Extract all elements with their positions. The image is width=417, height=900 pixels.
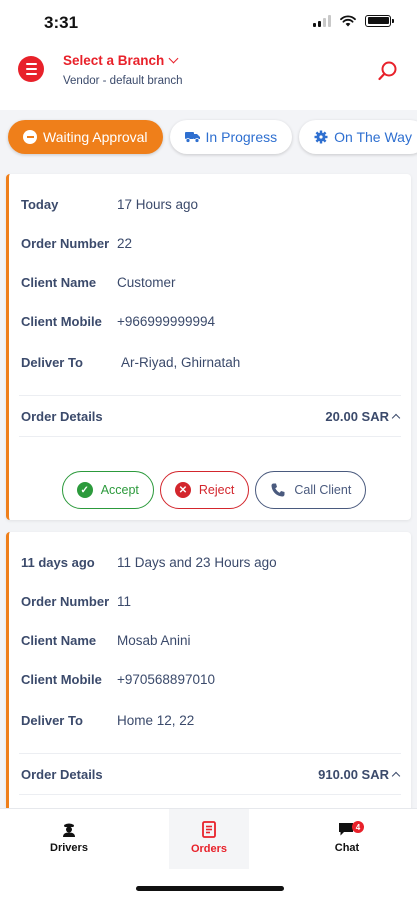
tab-label: Waiting Approval bbox=[43, 129, 148, 145]
client-name-row: Client Name Mosab Anini bbox=[21, 630, 399, 650]
tab-label: In Progress bbox=[205, 129, 278, 145]
client-name-label: Client Name bbox=[21, 274, 97, 290]
gear-icon bbox=[314, 130, 328, 144]
branch-selector[interactable]: Select a Branch bbox=[63, 53, 179, 68]
nav-chat[interactable]: 4 Chat bbox=[307, 809, 387, 869]
tab-waiting-approval[interactable]: Waiting Approval bbox=[8, 120, 163, 154]
search-icon[interactable] bbox=[377, 60, 399, 82]
order-date-row: 11 days ago 11 Days and 23 Hours ago bbox=[21, 552, 399, 572]
order-number-label: Order Number bbox=[21, 593, 110, 609]
status-bar: 3:31 bbox=[0, 0, 417, 44]
order-number-row: Order Number 22 bbox=[21, 233, 399, 253]
nav-label: Orders bbox=[190, 843, 228, 855]
divider bbox=[19, 753, 401, 754]
order-number-label: Order Number bbox=[21, 235, 110, 251]
order-date-value: 11 Days and 23 Hours ago bbox=[117, 554, 277, 570]
phone-icon bbox=[271, 483, 285, 497]
client-mobile-value: +966999999994 bbox=[117, 313, 215, 329]
order-date-label: 11 days ago bbox=[21, 554, 95, 570]
client-name-value: Customer bbox=[117, 274, 176, 290]
client-name-row: Client Name Customer bbox=[21, 272, 399, 292]
branch-subtitle: Vendor - default branch bbox=[63, 75, 183, 87]
order-date-value: 17 Hours ago bbox=[117, 196, 199, 212]
order-total: 20.00 SAR bbox=[325, 408, 401, 424]
order-actions: ✓ Accept ✕ Reject Call Client bbox=[9, 471, 411, 509]
client-name-label: Client Name bbox=[21, 632, 97, 648]
branch-selector-label: Select a Branch bbox=[63, 53, 165, 68]
divider bbox=[19, 436, 401, 437]
nav-label: Chat bbox=[334, 842, 360, 854]
deliver-to-label: Deliver To bbox=[21, 712, 83, 728]
status-tabs: Waiting Approval In Progress On The Way bbox=[8, 120, 417, 158]
signal-icon bbox=[313, 14, 331, 27]
client-mobile-row: Client Mobile +966999999994 bbox=[21, 311, 399, 331]
order-details-toggle[interactable]: Order Details 910.00 SAR bbox=[21, 764, 401, 784]
deliver-to-row: Deliver To Ar-Riyad, Ghirnatah bbox=[21, 352, 399, 372]
nav-orders[interactable]: Orders bbox=[169, 809, 249, 869]
minus-circle-icon bbox=[23, 130, 37, 144]
order-total-value: 910.00 SAR bbox=[318, 766, 389, 782]
status-time: 3:31 bbox=[44, 13, 79, 32]
orders-icon bbox=[202, 821, 216, 838]
divider bbox=[19, 794, 401, 795]
divider bbox=[19, 395, 401, 396]
tab-label: On The Way bbox=[334, 129, 412, 145]
order-details-label: Order Details bbox=[21, 408, 103, 424]
order-details-label: Order Details bbox=[21, 766, 103, 782]
order-card[interactable]: Today 17 Hours ago Order Number 22 Clien… bbox=[6, 174, 411, 520]
order-details-toggle[interactable]: Order Details 20.00 SAR bbox=[21, 406, 401, 426]
deliver-to-row: Deliver To Home 12, 22 bbox=[21, 710, 399, 730]
nav-label: Drivers bbox=[50, 842, 88, 854]
reject-button[interactable]: ✕ Reject bbox=[159, 471, 250, 509]
client-mobile-row: Client Mobile +970568897010 bbox=[21, 669, 399, 689]
order-date-label: Today bbox=[21, 196, 59, 212]
tab-on-the-way[interactable]: On The Way bbox=[299, 120, 417, 154]
client-mobile-value: +970568897010 bbox=[117, 671, 215, 687]
call-client-button[interactable]: Call Client bbox=[255, 471, 367, 509]
client-mobile-label: Client Mobile bbox=[21, 671, 102, 687]
home-indicator bbox=[136, 886, 284, 891]
client-mobile-label: Client Mobile bbox=[21, 313, 102, 329]
order-total: 910.00 SAR bbox=[318, 766, 401, 782]
accept-button[interactable]: ✓ Accept bbox=[61, 471, 154, 509]
truck-icon bbox=[184, 132, 200, 143]
chevron-up-icon bbox=[391, 413, 401, 423]
menu-button[interactable] bbox=[18, 56, 44, 82]
tab-in-progress[interactable]: In Progress bbox=[169, 120, 293, 154]
wifi-icon bbox=[340, 15, 356, 27]
deliver-to-value: Ar-Riyad, Ghirnatah bbox=[121, 354, 241, 370]
close-icon: ✕ bbox=[174, 482, 191, 498]
status-icons bbox=[313, 14, 394, 27]
order-number-value: 11 bbox=[117, 593, 132, 609]
chat-badge: 4 bbox=[352, 821, 364, 833]
check-icon: ✓ bbox=[76, 482, 93, 498]
nav-drivers[interactable]: Drivers bbox=[29, 809, 109, 869]
accept-label: Accept bbox=[100, 483, 139, 497]
order-number-value: 22 bbox=[117, 235, 133, 251]
reject-label: Reject bbox=[198, 483, 235, 497]
driver-icon bbox=[63, 823, 75, 837]
battery-icon bbox=[365, 14, 394, 27]
chevron-up-icon bbox=[391, 771, 401, 781]
client-name-value: Mosab Anini bbox=[117, 632, 191, 648]
deliver-to-label: Deliver To bbox=[21, 354, 83, 370]
chevron-down-icon bbox=[168, 53, 179, 64]
order-number-row: Order Number 11 bbox=[21, 591, 399, 611]
order-date-row: Today 17 Hours ago bbox=[21, 194, 399, 214]
deliver-to-value: Home 12, 22 bbox=[117, 712, 195, 728]
order-card[interactable]: 11 days ago 11 Days and 23 Hours ago Ord… bbox=[6, 532, 411, 812]
order-total-value: 20.00 SAR bbox=[325, 408, 389, 424]
app-header: Select a Branch Vendor - default branch bbox=[0, 44, 417, 110]
call-client-label: Call Client bbox=[294, 483, 352, 497]
